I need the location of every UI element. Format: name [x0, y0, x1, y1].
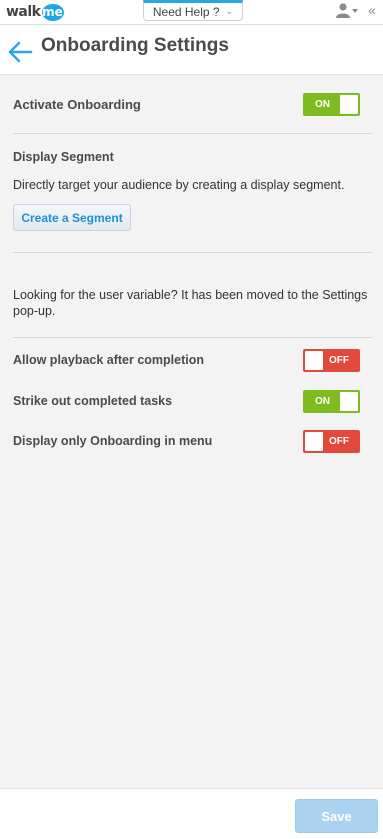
- toggle-knob: [305, 351, 323, 370]
- user-variable-note: Looking for the user variable? It has be…: [13, 288, 368, 318]
- toggle-knob: [305, 432, 323, 451]
- page-title: Onboarding Settings: [41, 35, 229, 56]
- toggle-state: ON: [315, 396, 330, 407]
- toggle-state: ON: [315, 99, 330, 110]
- need-help-tab[interactable]: Need Help ? ⌄: [143, 0, 243, 21]
- allow-playback-label: Allow playback after completion: [13, 353, 205, 367]
- need-help-label: Need Help ?: [152, 4, 220, 19]
- user-icon: [336, 3, 350, 18]
- page-header: Onboarding Settings: [0, 25, 383, 75]
- save-button[interactable]: Save: [295, 799, 378, 833]
- logo-badge: me: [41, 3, 64, 21]
- collapse-icon[interactable]: «: [368, 2, 376, 18]
- toggle-knob: [340, 95, 358, 114]
- strike-out-label: Strike out completed tasks: [13, 394, 173, 408]
- user-menu[interactable]: [336, 3, 358, 18]
- walkme-logo: walk me: [6, 3, 64, 21]
- toggle-state: OFF: [329, 355, 349, 366]
- strike-out-toggle[interactable]: ON: [303, 390, 360, 413]
- create-segment-button[interactable]: Create a Segment: [13, 204, 131, 231]
- divider: [13, 252, 372, 253]
- top-bar: walk me Need Help ? ⌄ «: [0, 0, 383, 25]
- display-only-toggle[interactable]: OFF: [303, 430, 360, 453]
- display-segment-description: Directly target your audience by creatin…: [13, 178, 345, 192]
- display-only-label: Display only Onboarding in menu: [13, 434, 213, 448]
- arrow-left-icon[interactable]: [6, 40, 34, 64]
- activate-onboarding-toggle[interactable]: ON: [303, 93, 360, 116]
- toggle-knob: [340, 392, 358, 411]
- allow-playback-toggle[interactable]: OFF: [303, 349, 360, 372]
- divider: [13, 133, 372, 134]
- chevron-down-icon: ⌄: [225, 6, 234, 16]
- toggle-state: OFF: [329, 436, 349, 447]
- display-segment-heading: Display Segment: [13, 150, 114, 164]
- footer: Save: [0, 788, 383, 839]
- caret-down-icon: [352, 8, 358, 13]
- logo-text: walk: [6, 4, 41, 20]
- divider: [13, 337, 372, 338]
- activate-onboarding-label: Activate Onboarding: [13, 97, 141, 112]
